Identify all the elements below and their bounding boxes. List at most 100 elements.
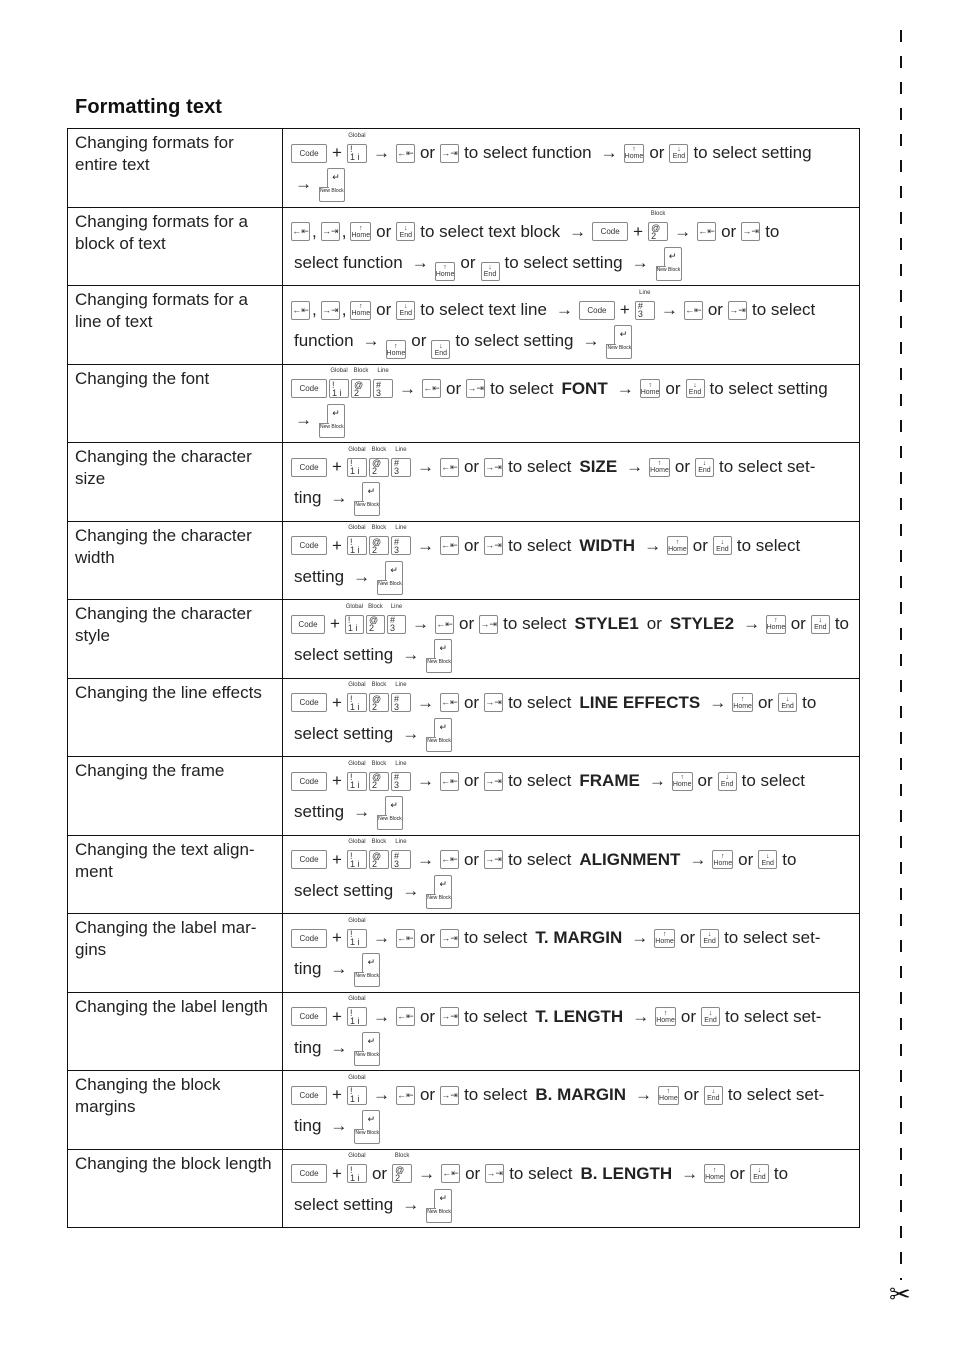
- cursor-left-key[interactable]: ←⇤: [697, 222, 717, 241]
- code-key[interactable]: Code: [291, 536, 327, 555]
- key-3[interactable]: Line #3: [390, 682, 411, 712]
- enter-newblock-key[interactable]: ↵ New Block: [319, 168, 345, 202]
- code-key[interactable]: Code: [291, 379, 327, 398]
- key-1[interactable]: Global! 1 i: [329, 368, 349, 398]
- cursor-down-end-key[interactable]: ↓ End: [703, 1085, 723, 1105]
- key-3[interactable]: Line #3: [373, 368, 393, 398]
- cursor-right-key[interactable]: →⇥: [484, 693, 504, 712]
- enter-newblock-key[interactable]: ↵ New Block: [606, 325, 633, 359]
- cursor-right-key[interactable]: →⇥: [741, 222, 761, 241]
- code-key[interactable]: Code: [291, 143, 327, 163]
- key-2[interactable]: Block @2: [392, 1153, 413, 1183]
- key-2[interactable]: Block @2: [368, 447, 389, 477]
- key-2[interactable]: Block @2: [351, 368, 371, 398]
- cursor-down-end-key[interactable]: ↓ End: [694, 457, 714, 477]
- key-1[interactable]: Global! 1 i: [346, 525, 367, 555]
- cursor-up-home-key[interactable]: ↑ Home: [350, 300, 372, 320]
- key-3[interactable]: Line #3: [390, 761, 411, 791]
- cursor-left-key[interactable]: ←⇤: [395, 1007, 415, 1026]
- key-3[interactable]: Line #3: [390, 447, 411, 477]
- cursor-down-end-key[interactable]: ↓ End: [758, 850, 778, 869]
- code-key[interactable]: Code: [578, 300, 615, 320]
- cursor-left-key[interactable]: ←⇤: [291, 222, 310, 241]
- code-key[interactable]: Code: [291, 850, 327, 869]
- cursor-left-key[interactable]: ←⇤: [439, 693, 459, 712]
- enter-newblock-key[interactable]: ↵ New Block: [354, 953, 381, 987]
- cursor-down-end-key[interactable]: ↓ End: [778, 693, 798, 712]
- cursor-down-end-key[interactable]: ↓ End: [669, 143, 689, 163]
- cursor-down-end-key[interactable]: ↓ End: [700, 928, 720, 948]
- key-3[interactable]: Line #3: [387, 604, 407, 634]
- key-1[interactable]: Global! 1 i: [346, 1075, 367, 1105]
- key-1[interactable]: Global! 1 i: [346, 682, 367, 712]
- enter-newblock-key[interactable]: ↵ New Block: [354, 482, 381, 516]
- key-2[interactable]: Block @2: [368, 839, 389, 869]
- cursor-down-end-key[interactable]: ↓ End: [810, 614, 830, 634]
- cursor-left-key[interactable]: ←⇤: [395, 1085, 415, 1105]
- enter-newblock-key[interactable]: ↵ New Block: [377, 560, 404, 595]
- cursor-up-home-key[interactable]: ↑ Home: [671, 771, 693, 791]
- enter-newblock-key[interactable]: ↵ New Block: [426, 717, 453, 752]
- cursor-left-key[interactable]: ←⇤: [291, 300, 310, 320]
- cursor-up-home-key[interactable]: ↑ Home: [434, 261, 456, 281]
- cursor-down-end-key[interactable]: ↓ End: [712, 536, 732, 555]
- cursor-up-home-key[interactable]: ↑ Home: [350, 222, 372, 241]
- cursor-up-home-key[interactable]: ↑ Home: [639, 379, 661, 398]
- cursor-right-key[interactable]: →⇥: [484, 850, 504, 869]
- cursor-up-home-key[interactable]: ↑ Home: [654, 928, 675, 948]
- key-1[interactable]: Global! 1 i: [344, 604, 364, 634]
- cursor-left-key[interactable]: ←⇤: [435, 614, 455, 634]
- cursor-down-end-key[interactable]: ↓ End: [431, 340, 451, 359]
- cursor-left-key[interactable]: ←⇤: [439, 536, 459, 555]
- key-1[interactable]: Global! 1 i: [346, 1153, 367, 1183]
- key-1[interactable]: Global! 1 i: [346, 918, 367, 948]
- cursor-right-key[interactable]: →⇥: [440, 143, 460, 163]
- key-2[interactable]: Block @2: [365, 604, 385, 634]
- key-2[interactable]: Block @2: [368, 525, 389, 555]
- enter-newblock-key[interactable]: ↵ New Block: [655, 246, 682, 281]
- cursor-left-key[interactable]: ←⇤: [439, 850, 459, 869]
- key-1[interactable]: Global! 1 i: [346, 996, 367, 1026]
- code-key[interactable]: Code: [592, 222, 629, 241]
- cursor-left-key[interactable]: ←⇤: [395, 143, 415, 163]
- enter-newblock-key[interactable]: ↵ New Block: [354, 1110, 381, 1144]
- code-key[interactable]: Code: [291, 928, 327, 948]
- cursor-right-key[interactable]: →⇥: [440, 1085, 460, 1105]
- cursor-right-key[interactable]: →⇥: [479, 614, 499, 634]
- cursor-down-end-key[interactable]: ↓ End: [717, 771, 737, 791]
- cursor-left-key[interactable]: ←⇤: [441, 1164, 461, 1183]
- cursor-up-home-key[interactable]: ↑ Home: [704, 1164, 725, 1183]
- cursor-right-key[interactable]: →⇥: [484, 536, 504, 555]
- cursor-left-key[interactable]: ←⇤: [395, 928, 415, 948]
- cursor-left-key[interactable]: ←⇤: [683, 300, 703, 320]
- enter-newblock-key[interactable]: ↵ New Block: [426, 1188, 453, 1223]
- cursor-up-home-key[interactable]: ↑ Home: [712, 850, 734, 869]
- cursor-right-key[interactable]: →⇥: [440, 928, 460, 948]
- cursor-down-end-key[interactable]: ↓ End: [701, 1007, 721, 1026]
- cursor-right-key[interactable]: →⇥: [727, 300, 747, 320]
- key-2[interactable]: Block @2: [368, 761, 389, 791]
- enter-newblock-key[interactable]: ↵ New Block: [377, 796, 404, 830]
- cursor-up-home-key[interactable]: ↑ Home: [732, 693, 753, 712]
- cursor-right-key[interactable]: →⇥: [320, 300, 340, 320]
- key-2[interactable]: Block @2: [648, 211, 669, 241]
- key-3[interactable]: Line #3: [390, 839, 411, 869]
- cursor-right-key[interactable]: →⇥: [466, 379, 486, 398]
- cursor-down-end-key[interactable]: ↓ End: [685, 379, 705, 398]
- cursor-up-home-key[interactable]: ↑ Home: [766, 614, 786, 634]
- cursor-right-key[interactable]: →⇥: [484, 771, 504, 791]
- key-1[interactable]: Global! 1 i: [346, 839, 367, 869]
- key-1[interactable]: Global! 1 i: [346, 133, 367, 163]
- cursor-down-end-key[interactable]: ↓ End: [396, 300, 416, 320]
- key-1[interactable]: Global! 1 i: [346, 761, 367, 791]
- cursor-up-home-key[interactable]: ↑ Home: [649, 457, 670, 477]
- key-3[interactable]: Line #3: [390, 525, 411, 555]
- cursor-down-end-key[interactable]: ↓ End: [480, 261, 500, 281]
- cursor-right-key[interactable]: →⇥: [485, 1164, 505, 1183]
- cursor-right-key[interactable]: →⇥: [484, 457, 504, 477]
- code-key[interactable]: Code: [291, 693, 327, 712]
- enter-newblock-key[interactable]: ↵ New Block: [354, 1031, 381, 1066]
- cursor-up-home-key[interactable]: ↑ Home: [667, 536, 688, 555]
- cursor-left-key[interactable]: ←⇤: [439, 457, 459, 477]
- code-key[interactable]: Code: [291, 771, 327, 791]
